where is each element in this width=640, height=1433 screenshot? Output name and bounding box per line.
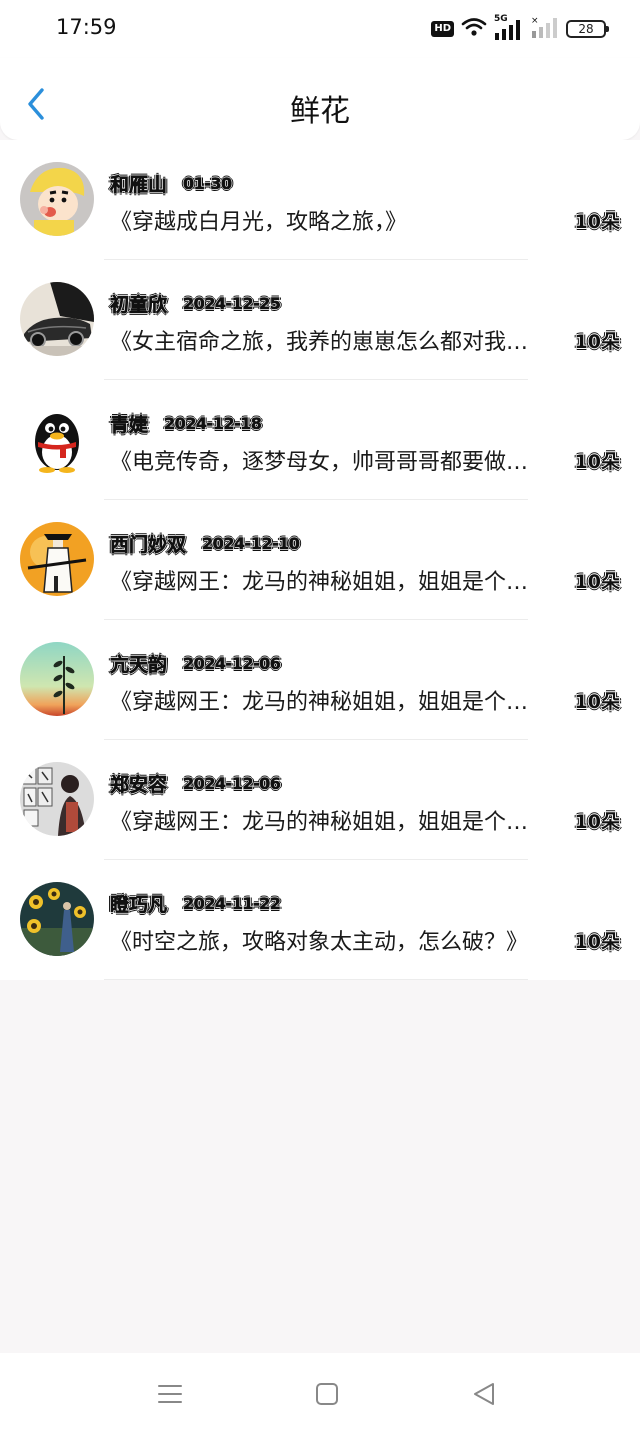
- flower-count: 10朵: [574, 571, 620, 593]
- book-title: 《穿越网王：龙马的神秘姐姐，姐姐是个…: [110, 570, 529, 595]
- flower-count: 10朵: [574, 811, 620, 833]
- plant-sunset-avatar[interactable]: [20, 642, 94, 716]
- book-title: 《时空之旅，攻略对象太主动，怎么破？》: [110, 930, 529, 955]
- flower-count: 10朵: [574, 451, 620, 473]
- home-button[interactable]: [312, 1379, 342, 1409]
- swordsman-avatar[interactable]: [20, 522, 94, 596]
- hd-badge: HD: [431, 21, 454, 37]
- item-meta: 西门妙双 2024-12-10: [110, 530, 300, 556]
- status-icons: HD 5G × 28: [431, 14, 609, 43]
- page-title: 鲜花: [290, 94, 350, 129]
- screen: 17:59 HD 5G × 28 鲜花 和雁山 01-30 《穿越成白月光，攻略…: [0, 0, 640, 1433]
- user-name: 西门妙双: [110, 533, 187, 556]
- signal-5g-icon: 5G: [494, 14, 524, 41]
- list-item[interactable]: 郑安容 2024-12-06 《穿越网王：龙马的神秘姐姐，姐姐是个… 10朵: [0, 740, 640, 860]
- status-time: 17:59: [56, 15, 117, 39]
- cartoon-boy-avatar[interactable]: [20, 162, 94, 236]
- post-date: 2024-12-06: [183, 773, 281, 793]
- item-meta: 瞪巧凡 2024-11-22: [110, 890, 281, 916]
- wifi-icon: [461, 17, 487, 41]
- list-item[interactable]: 亢天韵 2024-12-06 《穿越网王：龙马的神秘姐姐，姐姐是个… 10朵: [0, 620, 640, 740]
- list-item[interactable]: 瞪巧凡 2024-11-22 《时空之旅，攻略对象太主动，怎么破？》 10朵: [0, 860, 640, 980]
- penguin-avatar[interactable]: [20, 402, 94, 476]
- flower-count: 10朵: [574, 331, 620, 353]
- list-item[interactable]: 西门妙双 2024-12-10 《穿越网王：龙马的神秘姐姐，姐姐是个… 10朵: [0, 500, 640, 620]
- book-title: 《穿越网王：龙马的神秘姐姐，姐姐是个…: [110, 810, 529, 835]
- book-title: 《穿越网王：龙马的神秘姐姐，姐姐是个…: [110, 690, 529, 715]
- system-nav-bar: [0, 1353, 640, 1433]
- item-meta: 和雁山 01-30: [110, 170, 233, 196]
- post-date: 01-30: [183, 173, 233, 193]
- battery-icon: 28: [566, 20, 609, 38]
- item-meta: 初童欣 2024-12-25: [110, 290, 281, 316]
- flower-list: 和雁山 01-30 《穿越成白月光，攻略之旅，》 10朵 初童欣 2024-12…: [0, 140, 640, 980]
- flower-count: 10朵: [574, 211, 620, 233]
- post-date: 2024-12-06: [183, 653, 281, 673]
- post-date: 2024-11-22: [183, 893, 281, 913]
- item-meta: 郑安容 2024-12-06: [110, 770, 281, 796]
- post-date: 2024-12-10: [202, 533, 300, 553]
- list-item[interactable]: 和雁山 01-30 《穿越成白月光，攻略之旅，》 10朵: [0, 140, 640, 260]
- home-square-icon: [316, 1383, 338, 1405]
- user-name: 和雁山: [110, 173, 168, 196]
- list-item[interactable]: 初童欣 2024-12-25 《女主宿命之旅，我养的崽崽怎么都对我… 10朵: [0, 260, 640, 380]
- signal-weak-icon: ×: [531, 15, 559, 43]
- flower-count: 10朵: [574, 931, 620, 953]
- nav-header: 鲜花: [0, 58, 640, 140]
- list-item[interactable]: 青婕 2024-12-18 《电竞传奇，逐梦母女，帅哥哥哥都要做… 10朵: [0, 380, 640, 500]
- system-back-button[interactable]: [469, 1379, 499, 1409]
- sketch-wall-avatar[interactable]: [20, 762, 94, 836]
- menu-button[interactable]: [155, 1379, 185, 1409]
- item-meta: 青婕 2024-12-18: [110, 410, 262, 436]
- car-avatar[interactable]: [20, 282, 94, 356]
- user-name: 亢天韵: [110, 653, 168, 676]
- menu-icon: [158, 1385, 182, 1403]
- flower-count: 10朵: [574, 691, 620, 713]
- book-title: 《女主宿命之旅，我养的崽崽怎么都对我…: [110, 330, 529, 355]
- post-date: 2024-12-25: [183, 293, 281, 313]
- user-name: 郑安容: [110, 773, 168, 796]
- book-title: 《穿越成白月光，攻略之旅，》: [110, 210, 408, 235]
- user-name: 瞪巧凡: [110, 893, 168, 916]
- user-name: 初童欣: [110, 293, 168, 316]
- back-triangle-icon: [474, 1383, 494, 1405]
- post-date: 2024-12-18: [164, 413, 262, 433]
- user-name: 青婕: [110, 413, 149, 436]
- svg-text:×: ×: [531, 16, 539, 26]
- divider: [104, 979, 528, 980]
- item-meta: 亢天韵 2024-12-06: [110, 650, 281, 676]
- sunflower-avatar[interactable]: [20, 882, 94, 956]
- book-title: 《电竞传奇，逐梦母女，帅哥哥哥都要做…: [110, 450, 529, 475]
- status-bar: 17:59 HD 5G × 28: [0, 0, 640, 58]
